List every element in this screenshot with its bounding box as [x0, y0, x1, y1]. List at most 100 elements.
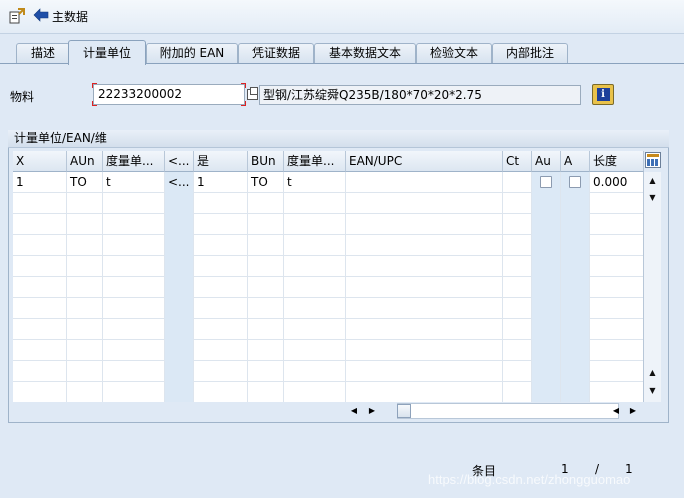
horizontal-scrollbar[interactable]: ◀ ▶ ◀ ▶ — [13, 402, 663, 420]
tab-units-of-measure[interactable]: 计量单位 — [68, 40, 146, 65]
empty-cell[interactable] — [13, 235, 67, 256]
empty-cell[interactable] — [67, 382, 103, 403]
empty-cell[interactable] — [67, 256, 103, 277]
empty-cell[interactable] — [503, 298, 532, 319]
scroll-first-icon[interactable]: ◀ — [347, 404, 361, 418]
cell-ct[interactable] — [503, 172, 532, 193]
search-help-icon[interactable] — [247, 87, 258, 100]
empty-cell[interactable] — [194, 277, 248, 298]
empty-cell[interactable] — [590, 319, 644, 340]
empty-cell[interactable] — [67, 319, 103, 340]
column-header-ean-upc[interactable]: EAN/UPC — [346, 151, 503, 172]
empty-cell[interactable] — [503, 214, 532, 235]
empty-cell[interactable] — [67, 340, 103, 361]
tab-document-data[interactable]: 凭证数据 — [238, 43, 314, 64]
empty-cell[interactable] — [194, 319, 248, 340]
tab-inspection-text[interactable]: 检验文本 — [416, 43, 492, 64]
au-checkbox[interactable] — [540, 176, 552, 188]
column-header-x[interactable]: X — [13, 151, 67, 172]
empty-cell[interactable] — [346, 193, 503, 214]
tab-description[interactable]: 描述 — [16, 43, 70, 64]
empty-cell[interactable] — [346, 256, 503, 277]
empty-cell[interactable] — [346, 277, 503, 298]
column-header-au[interactable]: Au — [532, 151, 561, 172]
empty-cell[interactable] — [346, 298, 503, 319]
column-header-lt[interactable]: <... — [165, 151, 194, 172]
column-header-uom-text[interactable]: 度量单... — [103, 151, 165, 172]
empty-cell[interactable] — [13, 361, 67, 382]
empty-cell[interactable] — [590, 193, 644, 214]
vertical-scrollbar[interactable]: ▲ ▼ ▲ ▼ — [643, 172, 661, 402]
empty-cell[interactable] — [503, 235, 532, 256]
empty-cell[interactable] — [590, 214, 644, 235]
empty-cell[interactable] — [503, 382, 532, 403]
a-checkbox[interactable] — [569, 176, 581, 188]
column-header-is[interactable]: 是 — [194, 151, 248, 172]
scroll-up-icon[interactable]: ▲ — [644, 172, 661, 189]
empty-cell[interactable] — [590, 340, 644, 361]
empty-cell[interactable] — [346, 214, 503, 235]
empty-cell[interactable] — [346, 361, 503, 382]
horizontal-scroll-thumb[interactable] — [397, 404, 411, 418]
empty-cell[interactable] — [67, 298, 103, 319]
tab-basic-data-text[interactable]: 基本数据文本 — [314, 43, 416, 64]
empty-cell[interactable] — [13, 214, 67, 235]
back-to-main-data-button[interactable]: 主数据 — [33, 8, 88, 25]
empty-cell[interactable] — [346, 319, 503, 340]
empty-cell[interactable] — [194, 256, 248, 277]
empty-cell[interactable] — [590, 256, 644, 277]
empty-cell[interactable] — [503, 340, 532, 361]
empty-cell[interactable] — [67, 277, 103, 298]
empty-cell[interactable] — [13, 382, 67, 403]
empty-cell[interactable] — [503, 277, 532, 298]
empty-cell[interactable] — [503, 193, 532, 214]
column-header-ct[interactable]: Ct — [503, 151, 532, 172]
empty-cell[interactable] — [194, 214, 248, 235]
column-header-length[interactable]: 长度 — [590, 151, 644, 172]
empty-cell[interactable] — [13, 193, 67, 214]
empty-cell[interactable] — [194, 340, 248, 361]
column-header-base-uom-text[interactable]: 度量单... — [284, 151, 346, 172]
material-number-field[interactable]: 22233200002 — [93, 84, 245, 105]
page-down-icon[interactable]: ▼ — [644, 382, 661, 399]
scroll-next-icon[interactable]: ▶ — [626, 404, 640, 418]
empty-cell[interactable] — [590, 382, 644, 403]
empty-cell[interactable] — [67, 235, 103, 256]
tab-internal-comment[interactable]: 内部批注 — [492, 43, 568, 64]
empty-cell[interactable] — [590, 298, 644, 319]
empty-cell[interactable] — [67, 214, 103, 235]
empty-cell[interactable] — [503, 361, 532, 382]
empty-cell[interactable] — [503, 319, 532, 340]
empty-cell[interactable] — [346, 235, 503, 256]
empty-cell[interactable] — [194, 235, 248, 256]
display-change-icon[interactable] — [9, 8, 25, 27]
empty-cell[interactable] — [194, 361, 248, 382]
page-up-icon[interactable]: ▲ — [644, 364, 661, 381]
empty-cell[interactable] — [13, 256, 67, 277]
empty-cell[interactable] — [590, 361, 644, 382]
info-button[interactable]: i — [592, 84, 614, 105]
horizontal-scroll-track[interactable] — [397, 403, 619, 419]
empty-cell[interactable] — [503, 256, 532, 277]
cell-length[interactable]: 0.000 — [590, 172, 644, 193]
empty-cell[interactable] — [13, 319, 67, 340]
empty-cell[interactable] — [13, 340, 67, 361]
empty-cell[interactable] — [67, 361, 103, 382]
tab-additional-ean[interactable]: 附加的 EAN — [146, 43, 238, 64]
empty-cell[interactable] — [590, 235, 644, 256]
empty-cell[interactable] — [346, 382, 503, 403]
empty-cell[interactable] — [194, 193, 248, 214]
cell-is[interactable]: 1 — [194, 172, 248, 193]
cell-aun[interactable]: TO — [67, 172, 103, 193]
cell-ean-upc[interactable] — [346, 172, 503, 193]
empty-cell[interactable] — [13, 277, 67, 298]
empty-cell[interactable] — [194, 298, 248, 319]
scroll-prev-icon[interactable]: ◀ — [609, 404, 623, 418]
table-settings-icon[interactable] — [645, 152, 661, 168]
empty-cell[interactable] — [194, 382, 248, 403]
empty-cell[interactable] — [13, 298, 67, 319]
column-header-bun[interactable]: BUn — [248, 151, 284, 172]
empty-cell[interactable] — [346, 340, 503, 361]
scroll-down-icon[interactable]: ▼ — [644, 189, 661, 206]
empty-cell[interactable] — [67, 193, 103, 214]
